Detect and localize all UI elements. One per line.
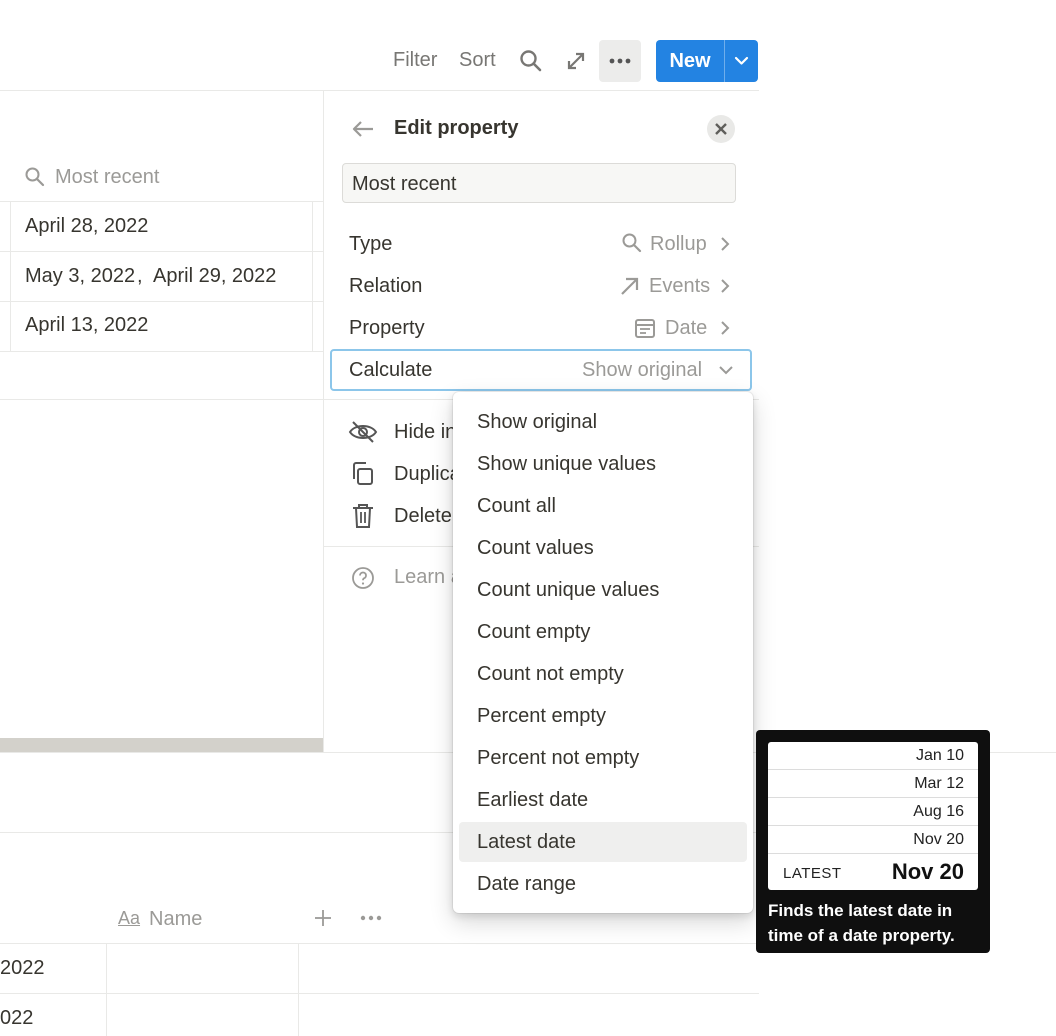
horizontal-scrollbar[interactable] [0, 738, 323, 752]
divider [0, 301, 323, 302]
menu-item-show-original[interactable]: Show original [459, 402, 747, 442]
menu-item-latest-date[interactable]: Latest date [459, 822, 747, 862]
new-button-group: New [656, 40, 758, 82]
tooltip-description: Finds the latest date in time of a date … [768, 901, 955, 945]
help-icon [351, 566, 375, 590]
trash-icon [351, 502, 375, 530]
menu-item-count-all[interactable]: Count all [459, 486, 747, 526]
divider [0, 399, 323, 400]
text-type-icon: Aa [118, 908, 141, 928]
learn-about-rollups-link[interactable]: Learn about rollups [394, 566, 454, 589]
type-label: Type [349, 233, 393, 255]
menu-item-count-not-empty[interactable]: Count not empty [459, 654, 747, 694]
chevron-right-icon[interactable] [716, 275, 734, 297]
relation-label: Relation [349, 275, 423, 297]
table-cell[interactable]: 2022 [0, 957, 45, 980]
tooltip-date-row: Jan 10 [768, 742, 978, 770]
expand-icon[interactable] [563, 48, 589, 74]
chevron-down-icon[interactable] [716, 360, 736, 380]
new-button[interactable]: New [656, 40, 724, 82]
column-header-most-recent[interactable]: Most recent [55, 166, 159, 189]
close-icon[interactable] [707, 115, 735, 143]
table-cell[interactable]: May 3, 2022 [25, 265, 135, 288]
menu-item-percent-not-empty[interactable]: Percent not empty [459, 738, 747, 778]
tooltip-latest-label: LATEST [783, 865, 842, 882]
menu-item-count-values[interactable]: Count values [459, 528, 747, 568]
arrow-up-right-icon [619, 275, 641, 297]
latest-date-tooltip: Jan 10 Mar 12 Aug 16 Nov 20 LATEST Nov 2… [756, 730, 990, 953]
search-icon [24, 166, 46, 188]
filter-button[interactable]: Filter [393, 49, 437, 72]
tooltip-illustration: Jan 10 Mar 12 Aug 16 Nov 20 LATEST Nov 2… [768, 742, 978, 890]
calculate-dropdown-menu: Show original Show unique values Count a… [453, 392, 753, 913]
calculate-value[interactable]: Show original [582, 359, 702, 382]
divider [0, 943, 759, 944]
divider [10, 201, 11, 351]
table-cell[interactable]: 022 [0, 1007, 33, 1030]
search-icon [621, 232, 643, 254]
panel-border [323, 91, 324, 752]
divider [0, 90, 759, 91]
table-cell[interactable]: April 13, 2022 [25, 314, 148, 337]
calculate-label: Calculate [349, 359, 433, 381]
menu-item-count-unique-values[interactable]: Count unique values [459, 570, 747, 610]
property-label: Property [349, 317, 425, 339]
menu-item-earliest-date[interactable]: Earliest date [459, 780, 747, 820]
menu-item-count-empty[interactable]: Count empty [459, 612, 747, 652]
duplicate-property-action[interactable]: Duplicate property [394, 463, 454, 486]
menu-item-show-unique-values[interactable]: Show unique values [459, 444, 747, 484]
search-icon[interactable] [518, 48, 544, 74]
add-column-icon[interactable] [312, 907, 334, 929]
calendar-icon [634, 317, 656, 339]
menu-item-percent-empty[interactable]: Percent empty [459, 696, 747, 736]
column-header-name[interactable]: Name [149, 908, 202, 931]
table-cell[interactable]: April 29, 2022 [153, 265, 276, 288]
divider [0, 993, 759, 994]
divider [312, 201, 313, 351]
tooltip-date-row: Mar 12 [768, 770, 978, 798]
type-value[interactable]: Rollup [650, 233, 707, 256]
chevron-right-icon[interactable] [716, 233, 734, 255]
sort-button[interactable]: Sort [459, 49, 496, 72]
menu-item-date-range[interactable]: Date range [459, 864, 747, 904]
table-cell[interactable]: April 28, 2022 [25, 215, 148, 238]
duplicate-icon [350, 460, 376, 488]
chevron-down-icon[interactable] [725, 40, 758, 82]
relation-value[interactable]: Events [649, 275, 710, 298]
panel-title: Edit property [394, 117, 519, 139]
hide-in-view-action[interactable]: Hide in view [394, 421, 454, 444]
back-arrow-icon[interactable] [350, 116, 376, 142]
delete-property-action[interactable]: Delete property [394, 505, 454, 528]
tooltip-date-row: Aug 16 [768, 798, 978, 826]
tooltip-latest-value: Nov 20 [891, 859, 964, 884]
chevron-right-icon[interactable] [716, 317, 734, 339]
divider [106, 943, 107, 1036]
eye-slash-icon [348, 418, 378, 446]
separator: , [137, 265, 143, 287]
more-icon[interactable] [358, 907, 384, 929]
more-icon[interactable] [599, 40, 641, 82]
divider [0, 251, 323, 252]
divider [0, 351, 323, 352]
property-name-input[interactable]: Most recent [342, 163, 736, 203]
divider [0, 201, 323, 202]
divider [298, 943, 299, 1036]
tooltip-date-row: Nov 20 [768, 826, 978, 854]
property-value[interactable]: Date [665, 317, 707, 340]
